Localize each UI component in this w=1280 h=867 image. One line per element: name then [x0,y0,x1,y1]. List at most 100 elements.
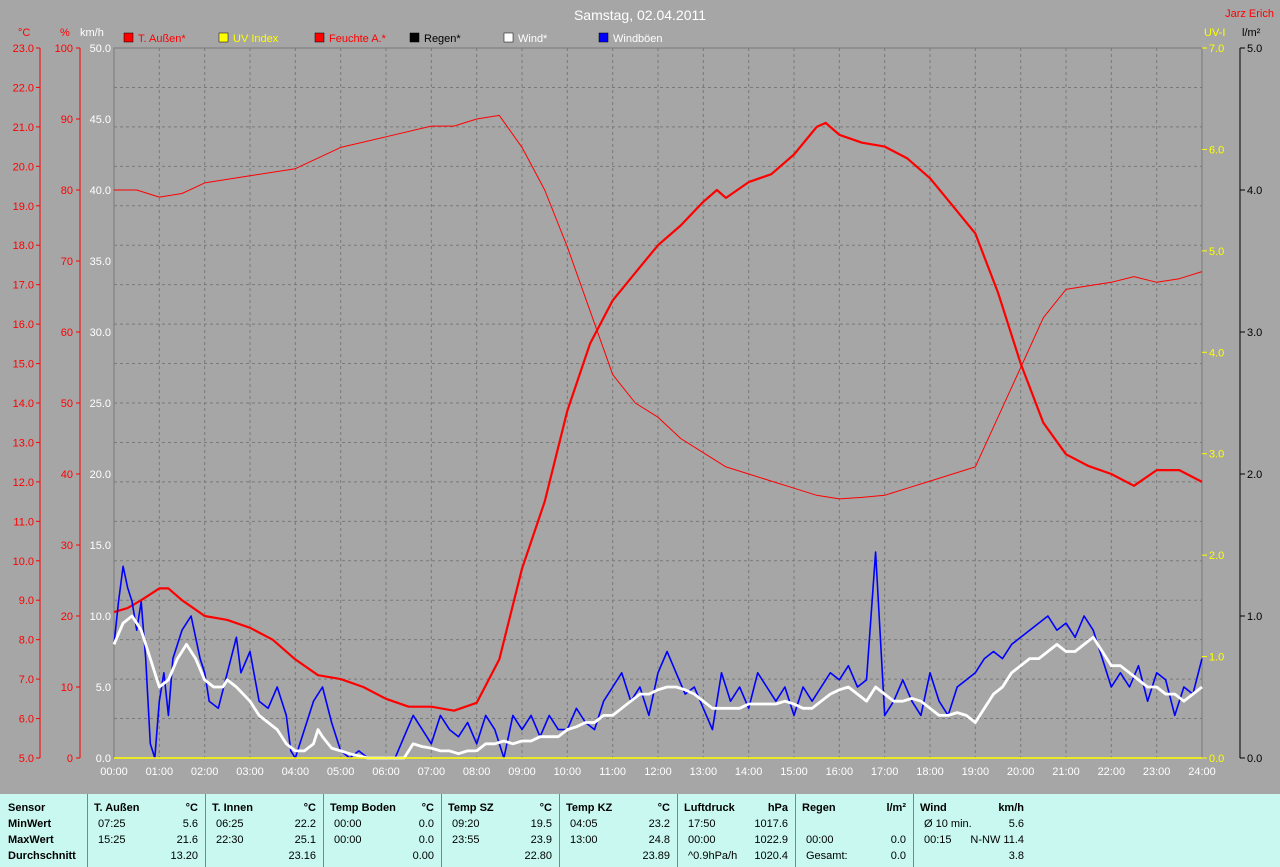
wind-axis-label: 30.0 [90,327,111,339]
x-tick-label: 05:00 [327,766,355,778]
x-tick-label: 06:00 [372,766,400,778]
x-tick-label: 17:00 [871,766,899,778]
group-unit: hPa [767,802,788,814]
humidity-axis-label: 40 [61,469,73,481]
group-value: 1022.9 [754,834,788,846]
x-tick-label: 16:00 [826,766,854,778]
uv-axis-label: 6.0 [1209,144,1224,156]
humidity-axis-label: 10 [61,682,73,694]
x-tick-label: 14:00 [735,766,763,778]
x-tick-label: 18:00 [916,766,944,778]
x-tick-label: 00:00 [100,766,128,778]
temp-axis-label: 7.0 [19,674,34,686]
temp-axis-label: 14.0 [13,398,34,410]
legend-swatch [503,32,514,43]
x-tick-label: 23:00 [1143,766,1171,778]
min-label: MinWert [8,818,52,830]
legend-swatch [123,32,134,43]
legend-label: Regen* [424,33,461,45]
wind-axis-label: 25.0 [90,398,111,410]
humidity-axis-label: 20 [61,611,73,623]
x-tick-label: 19:00 [962,766,990,778]
group-value: 24.8 [648,834,670,846]
x-tick-label: 21:00 [1052,766,1080,778]
group-unit: km/h [998,802,1024,814]
rain-axis-label: 3.0 [1247,327,1262,339]
x-tick-label: 13:00 [690,766,718,778]
max-label: MaxWert [8,834,54,846]
wind-axis-label: 50.0 [90,43,111,55]
legend-label: UV Index [233,33,279,45]
x-tick-label: 08:00 [463,766,491,778]
legend-label: Wind* [518,33,548,45]
humidity-axis-label: 90 [61,114,73,126]
group-value: 0.0 [418,818,434,830]
group-value: 23.89 [642,850,670,862]
wind-axis-label: 20.0 [90,469,111,481]
wind-axis-label: 0.0 [96,753,111,765]
x-tick-label: 22:00 [1098,766,1126,778]
humidity-axis-label: 50 [61,398,73,410]
humidity-axis-label: 30 [61,540,73,552]
humidity-axis-label: 0 [67,753,73,765]
x-tick-label: 24:00 [1188,766,1216,778]
wind-axis-label: 15.0 [90,540,111,552]
group-value: 0.0 [418,834,434,846]
group-unit: °C [539,802,552,814]
group-value: 19.5 [530,818,552,830]
group-unit: °C [657,802,670,814]
group-value: 1020.4 [754,850,788,862]
rain-axis-label: 0.0 [1247,753,1262,765]
uv-axis-label: 5.0 [1209,246,1224,258]
temp-axis-unit: °C [18,27,30,39]
uv-axis-label: 1.0 [1209,652,1224,664]
temp-axis-label: 9.0 [19,595,34,607]
group-unit: °C [185,802,198,814]
group-value: 5.6 [1008,818,1024,830]
group-value: 23.2 [648,818,670,830]
legend-swatch [218,32,229,43]
wind-axis-label: 35.0 [90,256,111,268]
temp-axis-label: 11.0 [13,516,34,528]
uv-axis-label: 0.0 [1209,753,1224,765]
uv-axis-label: 4.0 [1209,347,1224,359]
wind-axis-unit: km/h [80,27,104,39]
group-value: 22.80 [524,850,552,862]
humidity-axis-label: 70 [61,256,73,268]
legend-swatch [409,32,420,43]
weather-chart: 00:00 01:00 02:00 03:00 04:00 05:00 06:00 07:00… [13,7,1274,778]
statistics-table: Sensor MinWert MaxWert Durchschnitt T. Außen… [0,794,1280,867]
temp-axis-label: 22.0 [13,82,34,94]
x-tick-label: 01:00 [146,766,174,778]
group-unit: °C [421,802,434,814]
temp-axis-label: 20.0 [13,161,34,173]
sensor-header: Sensor [8,802,46,814]
humidity-axis-label: 60 [61,327,73,339]
group-value: 3.8 [1008,850,1024,862]
rain-axis-label: 1.0 [1247,611,1262,623]
group-value: 23.16 [288,850,316,862]
uv-axis-unit: UV-I [1204,27,1225,39]
group-value: 1017.6 [754,818,788,830]
group-unit: l/m² [886,802,906,814]
temp-axis-label: 23.0 [13,43,34,55]
legend-label: Feuchte A.* [329,33,387,45]
group-value: 13.20 [170,850,198,862]
wind-axis-label: 40.0 [90,185,111,197]
temp-axis-label: 8.0 [19,635,34,647]
group-value: 0.0 [890,834,906,846]
x-tick-label: 02:00 [191,766,219,778]
legend-label: T. Außen* [138,33,186,45]
temp-axis-label: 13.0 [13,437,34,449]
wind-axis-label: 5.0 [96,682,111,694]
rain-axis-label: 5.0 [1247,43,1262,55]
humidity-axis-label: 80 [61,185,73,197]
temp-axis-label: 10.0 [13,556,34,568]
author-label: Jarz Erich [1225,8,1274,20]
group-value: 5.6 [182,818,198,830]
group-value: 21.6 [176,834,198,846]
x-tick-label: 10:00 [554,766,582,778]
temp-axis-label: 12.0 [13,477,34,489]
group-value: 22.2 [294,818,316,830]
chart-title: Samstag, 02.04.2011 [574,7,706,23]
